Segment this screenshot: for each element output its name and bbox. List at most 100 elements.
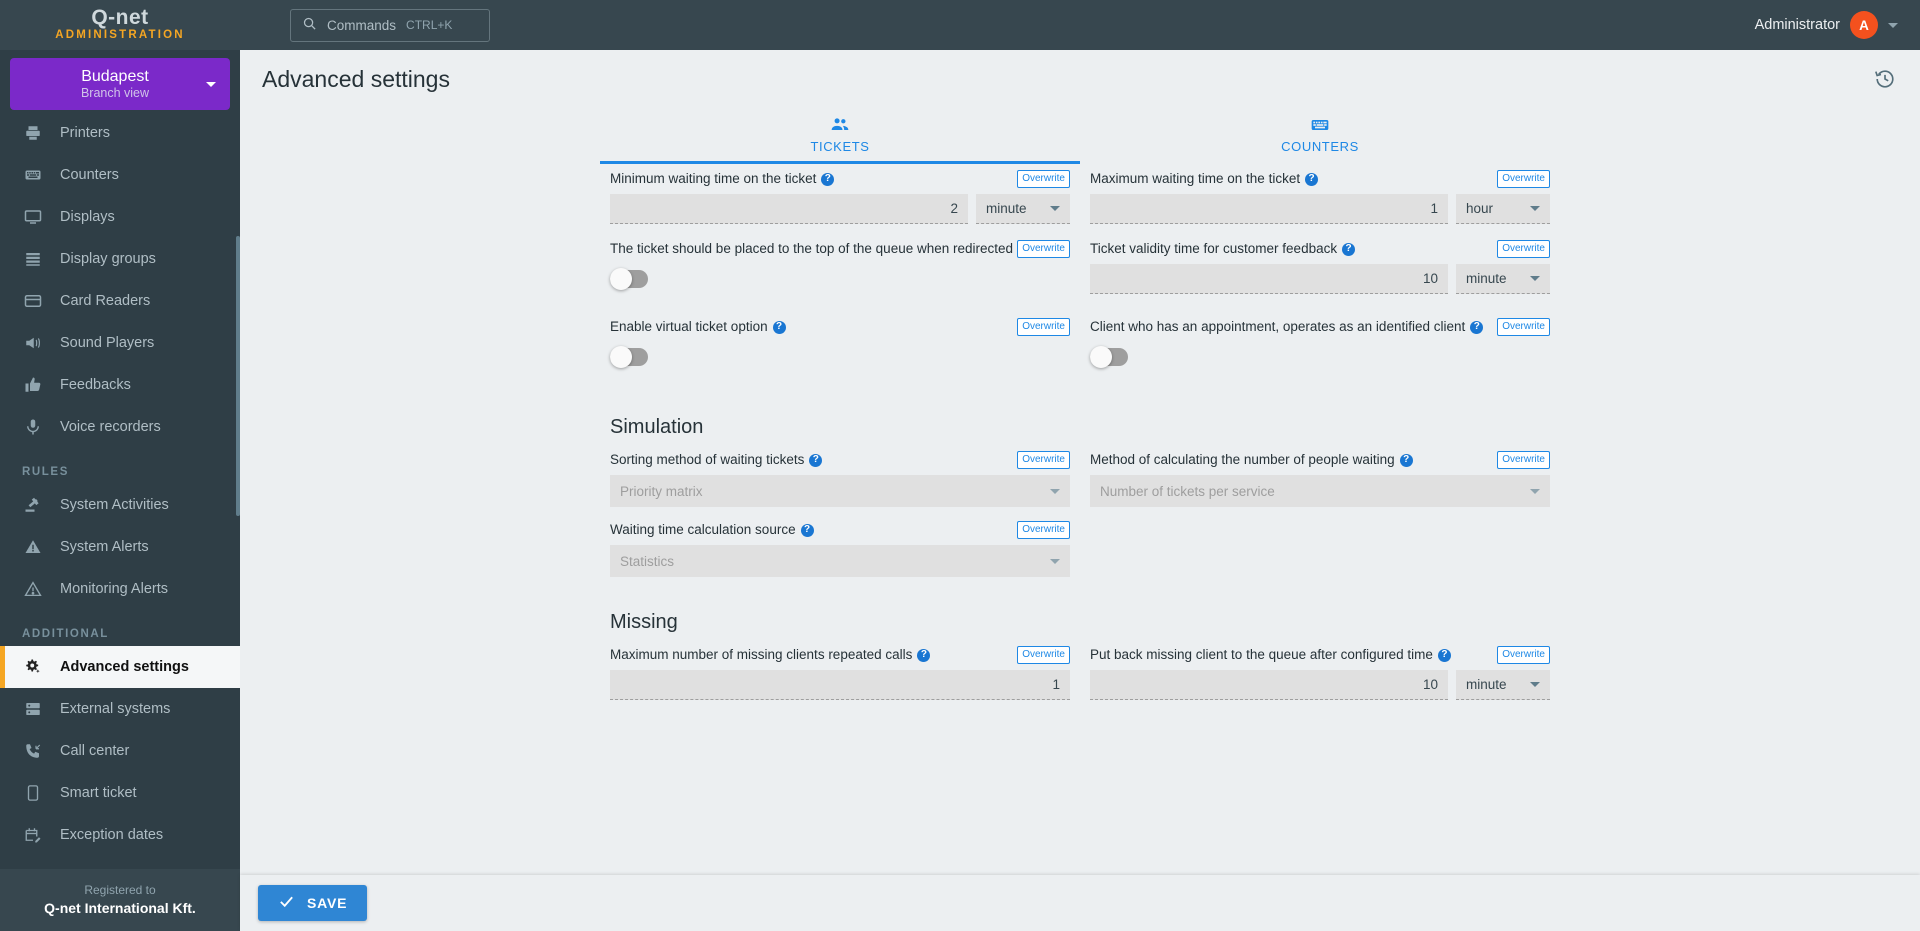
unit-value: hour [1466, 201, 1494, 216]
tab-label: COUNTERS [1281, 139, 1359, 154]
overwrite-button[interactable]: Overwrite [1497, 646, 1550, 664]
sidebar-item-label: Smart ticket [60, 785, 137, 801]
sidebar-item-monitoring-alerts[interactable]: Monitoring Alerts [0, 568, 240, 610]
save-button[interactable]: SAVE [258, 885, 368, 921]
brand-subtitle: ADMINISTRATION [55, 29, 185, 41]
branch-selector[interactable]: Budapest Branch view [10, 58, 230, 110]
overwrite-button[interactable]: Overwrite [1497, 240, 1550, 258]
field-cell: Put back missing client to the queue aft… [1080, 640, 1560, 710]
overwrite-button[interactable]: Overwrite [1017, 318, 1070, 336]
sidebar-item-feedbacks[interactable]: Feedbacks [0, 364, 240, 406]
field-appointment-identified-client: Client who has an appointment, operates … [1080, 312, 1560, 390]
list-icon [22, 250, 44, 268]
sidebar-item-label: Voice recorders [60, 419, 161, 435]
chevron-down-icon [1050, 558, 1060, 564]
appointment-identified-toggle[interactable] [1090, 346, 1128, 368]
ticket-validity-unit-select[interactable]: minute [1456, 264, 1550, 294]
min-waiting-unit-select[interactable]: minute [976, 194, 1070, 224]
put-back-time-input[interactable] [1090, 670, 1448, 700]
people-waiting-method-select[interactable]: Number of tickets per service [1090, 475, 1550, 507]
max-repeated-calls-input[interactable] [610, 670, 1070, 700]
field-label: Put back missing client to the queue aft… [1090, 647, 1433, 662]
help-icon[interactable]: ? [1399, 453, 1413, 467]
sidebar-item-system-alerts[interactable]: System Alerts [0, 526, 240, 568]
history-icon[interactable] [1874, 68, 1896, 90]
tab-label: TICKETS [810, 139, 870, 154]
sidebar-item-voice-recorders[interactable]: Voice recorders [0, 406, 240, 448]
help-icon[interactable]: ? [1470, 320, 1484, 334]
top-of-queue-toggle[interactable] [610, 268, 648, 290]
help-icon[interactable]: ? [772, 320, 786, 334]
field-cell: Method of calculating the number of peop… [1080, 445, 1560, 515]
max-waiting-unit-select[interactable]: hour [1456, 194, 1550, 224]
chevron-down-icon[interactable] [1888, 22, 1898, 28]
field-cell: Minimum waiting time on the ticket ? Ove… [600, 164, 1080, 234]
select-value: Number of tickets per service [1100, 483, 1275, 499]
field-label: Waiting time calculation source [610, 522, 796, 537]
sidebar-item-label: Displays [60, 209, 115, 225]
overwrite-button[interactable]: Overwrite [1017, 646, 1070, 664]
virtual-ticket-toggle[interactable] [610, 346, 648, 368]
tab-counters[interactable]: COUNTERS [1080, 108, 1560, 164]
sidebar-item-displays[interactable]: Displays [0, 196, 240, 238]
registered-to-name: Q-net International Kft. [44, 900, 196, 916]
overwrite-button[interactable]: Overwrite [1017, 240, 1070, 258]
field-cell: Waiting time calculation source ? Overwr… [600, 515, 1080, 585]
sidebar-item-system-activities[interactable]: System Activities [0, 484, 240, 526]
settings-tabs: TICKETS COUNTERS [600, 108, 1560, 164]
sidebar-item-label: Exception dates [60, 827, 164, 843]
sidebar-item-exception-dates[interactable]: Exception dates [0, 814, 240, 856]
chevron-down-icon[interactable] [206, 81, 216, 87]
sidebar-item-sound-players[interactable]: Sound Players [0, 322, 240, 364]
sidebar-item-advanced-settings[interactable]: Advanced settings [0, 646, 240, 688]
field-label-row: The ticket should be placed to the top o… [610, 240, 1070, 258]
sidebar-item-smart-ticket[interactable]: Smart ticket [0, 772, 240, 814]
field-label-row: Put back missing client to the queue aft… [1090, 646, 1550, 664]
input-row: minute [1090, 670, 1550, 700]
search-icon [302, 16, 317, 34]
put-back-unit-select[interactable]: minute [1456, 670, 1550, 700]
sidebar-item-printers[interactable]: Printers [0, 116, 240, 154]
field-people-waiting-method: Method of calculating the number of peop… [1080, 445, 1560, 515]
overwrite-button[interactable]: Overwrite [1017, 170, 1070, 188]
overwrite-button[interactable]: Overwrite [1497, 318, 1550, 336]
min-waiting-time-input[interactable] [610, 194, 968, 224]
overwrite-button[interactable]: Overwrite [1017, 521, 1070, 539]
monitor-icon [22, 208, 44, 226]
warning-outline-icon [22, 580, 44, 598]
waiting-source-select[interactable]: Statistics [610, 545, 1070, 577]
help-icon[interactable]: ? [800, 523, 814, 537]
megaphone-icon [22, 334, 44, 352]
field-label: The ticket should be placed to the top o… [610, 241, 1014, 256]
tab-tickets[interactable]: TICKETS [600, 108, 1080, 164]
help-icon[interactable]: ? [1437, 648, 1451, 662]
input-row: minute [610, 194, 1070, 224]
field-label: Ticket validity time for customer feedba… [1090, 241, 1338, 256]
sidebar-item-card-readers[interactable]: Card Readers [0, 280, 240, 322]
sorting-method-select[interactable]: Priority matrix [610, 475, 1070, 507]
max-waiting-time-input[interactable] [1090, 194, 1448, 224]
overwrite-button[interactable]: Overwrite [1497, 451, 1550, 469]
ticket-validity-input[interactable] [1090, 264, 1448, 294]
avatar[interactable]: A [1850, 11, 1878, 39]
help-icon[interactable]: ? [809, 453, 823, 467]
help-icon[interactable]: ? [1305, 172, 1319, 186]
overwrite-button[interactable]: Overwrite [1497, 170, 1550, 188]
overwrite-button[interactable]: Overwrite [1017, 451, 1070, 469]
registration-footer: Registered to Q-net International Kft. [0, 869, 240, 931]
user-menu[interactable]: Administrator A [1755, 11, 1898, 39]
help-icon[interactable]: ? [821, 172, 835, 186]
main-area: Advanced settings TICKETS COUNTERS Minim… [240, 50, 1920, 931]
sidebar-item-display-groups[interactable]: Display groups [0, 238, 240, 280]
field-label: Method of calculating the number of peop… [1090, 452, 1395, 467]
field-maximum-waiting-time: Maximum waiting time on the ticket ? Ove… [1080, 164, 1560, 234]
sidebar-item-call-center[interactable]: Call center [0, 730, 240, 772]
help-icon[interactable]: ? [917, 648, 931, 662]
sidebar-item-external-systems[interactable]: External systems [0, 688, 240, 730]
help-icon[interactable]: ? [1342, 242, 1356, 256]
action-footer: SAVE [240, 875, 1920, 931]
commands-search-box[interactable]: Commands CTRL+K [290, 8, 490, 42]
branch-text: Budapest Branch view [24, 67, 206, 101]
sidebar-item-counters[interactable]: Counters [0, 154, 240, 196]
field-label-row: Method of calculating the number of peop… [1090, 451, 1550, 469]
